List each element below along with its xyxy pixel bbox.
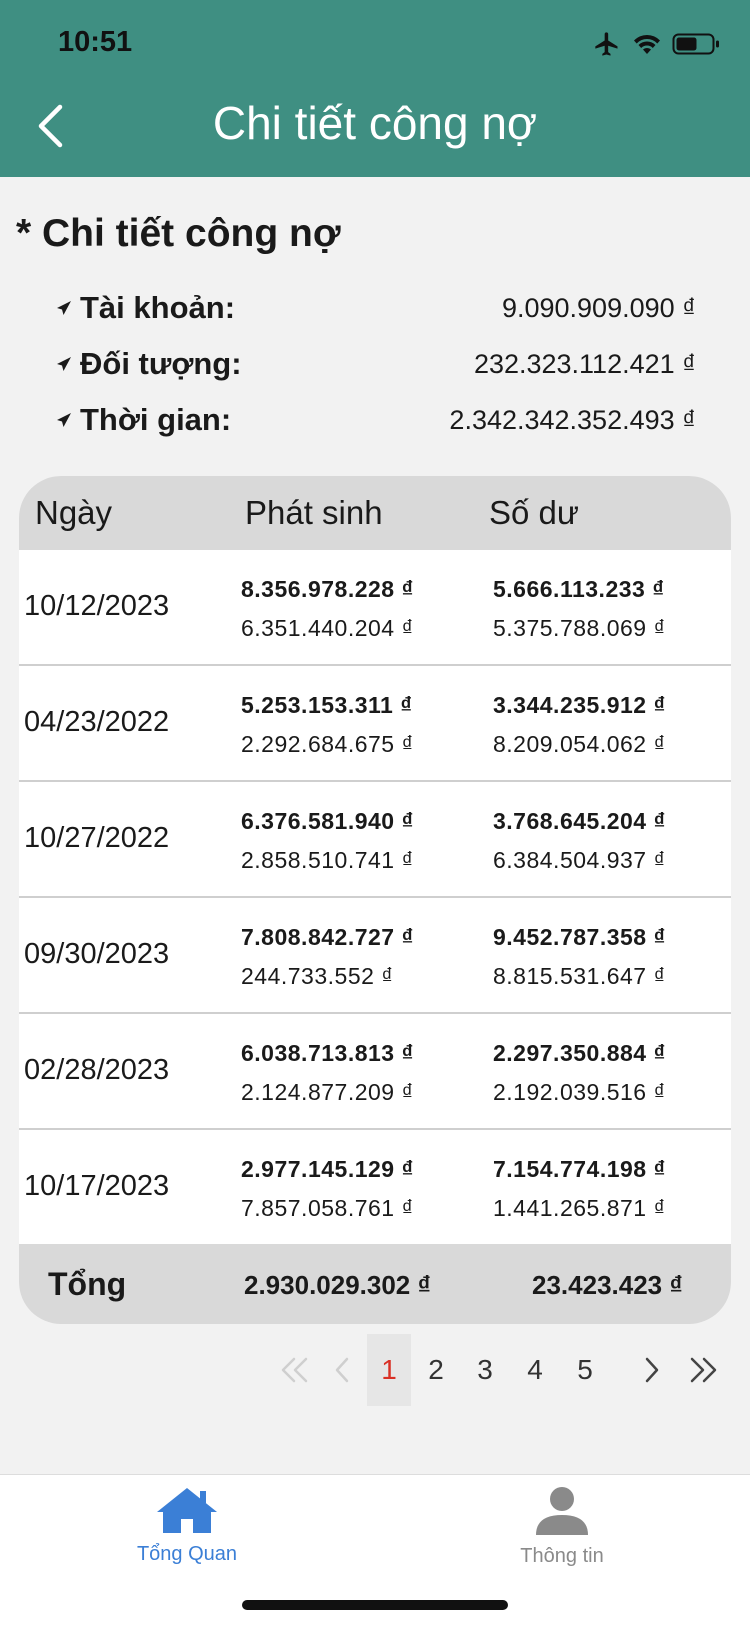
column-header-date: Ngày — [35, 494, 113, 531]
so-du-sub-amount: 2.192.039.516 ₫ — [493, 1079, 666, 1105]
so-du-amount: 3.768.645.204 ₫ — [493, 808, 666, 834]
phat-sinh-sub-amount: 244.733.552 ₫ — [241, 963, 394, 989]
cell-phat-sinh: 8.356.978.228 ₫ 6.351.440.204 ₫ — [241, 576, 414, 642]
total-phat-sinh: 2.930.029.302 ₫ — [244, 1270, 431, 1300]
cell-phat-sinh: 2.977.145.129 ₫ 7.857.058.761 ₫ — [241, 1156, 414, 1222]
table-header: Ngày Phát sinh Số dư — [19, 476, 731, 550]
user-icon — [536, 1487, 588, 1535]
tab-tong-quan[interactable]: Tổng Quan — [87, 1485, 287, 1566]
prev-page-button[interactable] — [320, 1334, 364, 1406]
airplane-mode-icon — [592, 30, 622, 63]
so-du-amount: 5.666.113.233 ₫ — [493, 576, 665, 602]
so-du-sub-amount: 5.375.788.069 ₫ — [493, 615, 666, 641]
phat-sinh-sub-amount: 7.857.058.761 ₫ — [241, 1195, 414, 1221]
row-date: 10/17/2023 — [24, 1170, 170, 1202]
so-du-sub-amount: 6.384.504.937 ₫ — [493, 847, 666, 873]
so-du-amount: 2.297.350.884 ₫ — [493, 1040, 666, 1066]
last-page-button[interactable] — [682, 1334, 726, 1406]
cell-so-du: 5.666.113.233 ₫ 5.375.788.069 ₫ — [493, 576, 666, 642]
debt-table: Ngày Phát sinh Số dư 10/12/2023 8.356.97… — [19, 476, 731, 1324]
so-du-sub-amount: 1.441.265.871 ₫ — [493, 1195, 666, 1221]
row-date: 04/23/2022 — [24, 706, 170, 738]
chevron-right-icon — [645, 1357, 659, 1383]
column-header-so-du: Số dư — [489, 494, 579, 531]
phat-sinh-amount: 5.253.153.311 ₫ — [241, 692, 413, 718]
column-header-phat-sinh: Phát sinh — [245, 494, 383, 531]
cell-phat-sinh: 5.253.153.311 ₫ 2.292.684.675 ₫ — [241, 692, 414, 758]
row-date: 10/12/2023 — [24, 590, 170, 622]
home-icon — [157, 1488, 217, 1533]
table-row[interactable]: 10/17/2023 2.977.145.129 ₫ 7.857.058.761… — [19, 1130, 731, 1244]
status-time: 10:51 — [58, 26, 133, 58]
battery-icon — [672, 32, 720, 61]
cell-so-du: 3.768.645.204 ₫ 6.384.504.937 ₫ — [493, 808, 666, 874]
pagination: 1 2 3 4 5 — [0, 1334, 750, 1406]
page-5-button[interactable]: 5 — [563, 1334, 607, 1406]
cell-so-du: 2.297.350.884 ₫ 2.192.039.516 ₫ — [493, 1040, 666, 1106]
summary-label: Đối tượng: — [80, 346, 242, 381]
total-so-du: 23.423.423 ₫ — [532, 1270, 683, 1300]
double-chevron-left-icon — [281, 1357, 308, 1383]
table-row[interactable]: 10/27/2022 6.376.581.940 ₫ 2.858.510.741… — [19, 782, 731, 898]
tab-label: Thông tin — [520, 1545, 604, 1567]
phat-sinh-sub-amount: 2.858.510.741 ₫ — [241, 847, 414, 873]
wifi-icon — [632, 32, 662, 61]
tab-label: Tổng Quan — [136, 1543, 238, 1565]
row-date: 10/27/2022 — [24, 822, 170, 854]
cell-so-du: 7.154.774.198 ₫ 1.441.265.871 ₫ — [493, 1156, 666, 1222]
table-row[interactable]: 02/28/2023 6.038.713.813 ₫ 2.124.877.209… — [19, 1014, 731, 1130]
send-arrow-icon — [56, 356, 76, 372]
page-title: Chi tiết công nợ — [212, 97, 538, 149]
summary-label: Tài khoản: — [80, 290, 236, 325]
section-title: * Chi tiết công nợ — [16, 212, 341, 255]
cell-phat-sinh: 7.808.842.727 ₫ 244.733.552 ₫ — [241, 924, 414, 990]
summary-value: 9.090.909.090 ₫ — [501, 292, 696, 323]
phat-sinh-amount: 6.376.581.940 ₫ — [241, 808, 414, 834]
page-1-button[interactable]: 1 — [367, 1334, 411, 1406]
page-3-button[interactable]: 3 — [463, 1334, 507, 1406]
table-row[interactable]: 10/12/2023 8.356.978.228 ₫ 6.351.440.204… — [19, 550, 731, 666]
status-icons — [592, 30, 720, 63]
summary-row-time: Thời gian: 2.342.342.352.493 ₫ — [56, 396, 696, 444]
so-du-amount: 7.154.774.198 ₫ — [493, 1156, 666, 1182]
cell-so-du: 9.452.787.358 ₫ 8.815.531.647 ₫ — [493, 924, 666, 990]
phat-sinh-amount: 2.977.145.129 ₫ — [241, 1156, 414, 1182]
phat-sinh-amount: 6.038.713.813 ₫ — [241, 1040, 414, 1066]
cell-phat-sinh: 6.376.581.940 ₫ 2.858.510.741 ₫ — [241, 808, 414, 874]
phat-sinh-amount: 7.808.842.727 ₫ — [241, 924, 414, 950]
first-page-button[interactable] — [272, 1334, 316, 1406]
so-du-amount: 3.344.235.912 ₫ — [493, 692, 666, 718]
summary-row-account: Tài khoản: 9.090.909.090 ₫ — [56, 284, 696, 332]
send-arrow-icon — [56, 412, 76, 428]
so-du-sub-amount: 8.209.054.062 ₫ — [493, 731, 666, 757]
phat-sinh-sub-amount: 6.351.440.204 ₫ — [241, 615, 414, 641]
phat-sinh-sub-amount: 2.124.877.209 ₫ — [241, 1079, 414, 1105]
cell-so-du: 3.344.235.912 ₫ 8.209.054.062 ₫ — [493, 692, 666, 758]
table-row[interactable]: 04/23/2022 5.253.153.311 ₫ 2.292.684.675… — [19, 666, 731, 782]
so-du-sub-amount: 8.815.531.647 ₫ — [493, 963, 666, 989]
table-row[interactable]: 09/30/2023 7.808.842.727 ₫ 244.733.552 ₫… — [19, 898, 731, 1014]
chevron-left-icon — [335, 1357, 349, 1383]
send-arrow-icon — [56, 300, 76, 316]
so-du-amount: 9.452.787.358 ₫ — [493, 924, 666, 950]
row-date: 09/30/2023 — [24, 938, 170, 970]
summary-label: Thời gian: — [80, 402, 232, 437]
double-chevron-right-icon — [690, 1357, 717, 1383]
phat-sinh-amount: 8.356.978.228 ₫ — [241, 576, 414, 602]
table-footer-total: Tổng 2.930.029.302 ₫ 23.423.423 ₫ — [19, 1244, 731, 1324]
home-indicator — [242, 1600, 508, 1610]
summary-value: 232.323.112.421 ₫ — [473, 348, 696, 379]
page-2-button[interactable]: 2 — [414, 1334, 458, 1406]
summary-value: 2.342.342.352.493 ₫ — [449, 404, 696, 435]
app-header: 10:51 Chi tiết công nợ — [0, 0, 750, 177]
total-label: Tổng — [48, 1266, 127, 1302]
row-date: 02/28/2023 — [24, 1054, 170, 1086]
cell-phat-sinh: 6.038.713.813 ₫ 2.124.877.209 ₫ — [241, 1040, 414, 1106]
summary-row-object: Đối tượng: 232.323.112.421 ₫ — [56, 340, 696, 388]
next-page-button[interactable] — [630, 1334, 674, 1406]
phat-sinh-sub-amount: 2.292.684.675 ₫ — [241, 731, 414, 757]
page-4-button[interactable]: 4 — [513, 1334, 557, 1406]
tab-thong-tin[interactable]: Thông tin — [462, 1485, 662, 1568]
